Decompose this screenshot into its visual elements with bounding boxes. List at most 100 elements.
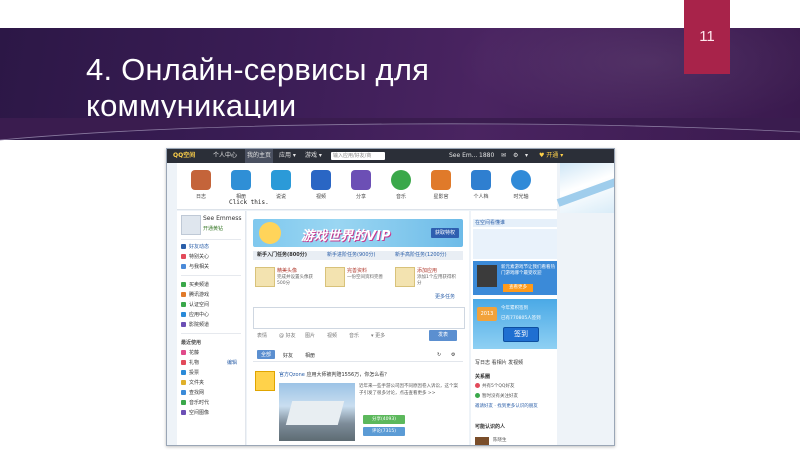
star-icon — [351, 170, 371, 190]
music-tool[interactable]: 音乐 — [349, 332, 359, 339]
vip-badge[interactable]: 开通黄钻 — [203, 225, 223, 232]
known-heading: 可能认识的人 — [475, 424, 506, 430]
avatar[interactable] — [181, 215, 201, 235]
at-icon — [181, 264, 186, 269]
tab-friends[interactable]: 好友 — [283, 352, 293, 359]
app-timeline[interactable]: 时光轴 — [503, 170, 539, 200]
app-star[interactable]: 星影官 — [423, 170, 459, 200]
app-label: 分享 — [355, 194, 366, 200]
sidebar-item-verified[interactable]: 认证空间 — [181, 301, 209, 308]
heart-icon — [475, 383, 480, 388]
app-diary[interactable]: 日志 — [183, 170, 219, 200]
invite-link[interactable]: 邀请好友 · 找到更多认识的朋友 — [475, 403, 538, 409]
post-avatar[interactable] — [255, 371, 275, 391]
gift-icon — [181, 360, 186, 365]
status-composer[interactable] — [253, 307, 465, 329]
refresh-icon[interactable]: ↻ — [437, 352, 441, 358]
tab-task-beginner[interactable]: 新手入门任务(800分) — [257, 251, 307, 260]
qzone-logo[interactable]: QQ空间 — [173, 149, 195, 163]
sidebar-item-recent[interactable]: 花藤 — [181, 349, 199, 356]
sidebar-item-recent[interactable]: 空间图像 — [181, 409, 209, 416]
quick-tools[interactable]: 写日志 看相片 发视频 — [475, 359, 523, 366]
sidebar-item-games[interactable]: 腾讯游戏 — [181, 291, 209, 298]
mail-icon[interactable]: ✉ — [501, 149, 506, 163]
video-tool[interactable]: 视频 — [327, 332, 337, 339]
vip-button[interactable]: 获取特权 — [431, 228, 459, 238]
sidebar-item-label: 好友动态 — [189, 244, 210, 250]
post-author[interactable]: 官方Qzone — [279, 372, 305, 378]
gear-icon[interactable]: ⚙ — [513, 149, 518, 163]
emoji-tool[interactable]: 表情 — [257, 332, 267, 339]
tab-task-intermediate[interactable]: 新手进阶任务(900分) — [327, 251, 375, 260]
manage-link[interactable]: 编辑 — [227, 359, 237, 366]
mention-tool[interactable]: @ 好友 — [279, 332, 296, 339]
post-image[interactable] — [279, 383, 355, 441]
chevron-down-icon[interactable]: ▾ — [525, 149, 528, 163]
vote-icon — [181, 370, 186, 375]
more-tool[interactable]: ▾ 更多 — [371, 332, 385, 339]
decor-stripe — [556, 175, 614, 207]
sidebar-item-shop[interactable]: 买卖频道 — [181, 281, 209, 288]
promo-photo — [477, 265, 497, 287]
tab-albums[interactable]: 相册 — [305, 352, 315, 359]
share-button[interactable]: 分享(4093) — [363, 415, 405, 424]
app-share[interactable]: 分享 — [343, 170, 379, 200]
app-music[interactable]: 音乐 — [383, 170, 419, 200]
view-more-button[interactable]: 查看更多 — [503, 284, 533, 292]
vip-banner[interactable]: 游戏世界的VIP 获取特权 — [253, 219, 463, 247]
user-name[interactable]: See Emmess — [203, 215, 242, 222]
sidebar-item-label: 腾讯游戏 — [189, 292, 210, 298]
known-person[interactable]: 陈晓生 — [493, 437, 507, 443]
sidebar-item-mentions[interactable]: 与我相关 — [181, 263, 209, 270]
sidebar-item-feed[interactable]: 好友动态 — [181, 243, 209, 250]
publish-button[interactable]: 发表 — [429, 330, 457, 341]
sidebar-item-recent[interactable]: 查找网 — [181, 389, 204, 396]
task-title: 完善资料 — [347, 268, 368, 274]
image-tool[interactable]: 图片 — [305, 332, 315, 339]
gear-icon[interactable]: ⚙ — [451, 352, 455, 358]
sidebar-item-apps[interactable]: 应用中心 — [181, 311, 209, 318]
promo-heading: 在空间看懂谁 — [473, 219, 557, 227]
friends-line[interactable]: 共有5个QQ好友 — [475, 383, 514, 389]
topbar-item[interactable]: 个人中心 — [213, 149, 237, 163]
task-card[interactable]: 添加应用 添加1个应用获得积分 — [393, 265, 459, 295]
avatar[interactable] — [475, 437, 489, 445]
heart-icon — [181, 254, 186, 259]
promo-text: 新元素游戏节让我们看看热门游戏哪个最受欢迎 — [501, 265, 555, 276]
clock-icon — [511, 170, 531, 190]
page-number: 11 — [684, 0, 730, 74]
task-icon — [325, 267, 345, 287]
sidebar-item-label: 应用中心 — [189, 312, 210, 318]
building-shape — [285, 401, 345, 425]
topbar-item[interactable]: 游戏 ▾ — [305, 149, 322, 163]
sidebar-item-recent[interactable]: 音乐时代 — [181, 399, 209, 406]
game-promo[interactable]: 新元素游戏节让我们看看热门游戏哪个最受欢迎 查看更多 — [473, 261, 557, 295]
sidebar-item-recent[interactable]: 投票 — [181, 369, 199, 376]
search-input[interactable]: 输入应用/好友/商 — [331, 152, 385, 160]
comment-button[interactable]: 评论(7315) — [363, 427, 405, 436]
sidebar-item-label: 买卖频道 — [189, 282, 210, 288]
tab-all[interactable]: 全部 — [257, 350, 276, 359]
more-tasks-link[interactable]: 更多任务 — [435, 293, 455, 300]
sidebar-item-cinema[interactable]: 影院频道 — [181, 321, 209, 328]
sidebar-item-recent[interactable]: 文件夹 — [181, 379, 204, 386]
topbar-count[interactable]: 1880 — [479, 149, 494, 163]
topbar-user[interactable]: See Em... — [449, 149, 477, 163]
app-photos[interactable]: 相册 — [223, 170, 259, 200]
friends-heading: 关系圈 — [475, 374, 491, 380]
checkin-button[interactable]: 签到 — [503, 327, 539, 342]
task-title: 添加应用 — [417, 268, 438, 274]
friends-line[interactable]: 暂时没有关注好友 — [475, 393, 518, 399]
tab-task-advanced[interactable]: 新手高阶任务(1200分) — [395, 251, 447, 260]
app-video[interactable]: 视频 — [303, 170, 339, 200]
task-card[interactable]: 完善资料 一份空间资料完善 — [323, 265, 389, 295]
app-status[interactable]: 说说 — [263, 170, 299, 200]
promo-banner[interactable] — [473, 229, 557, 259]
topbar-item[interactable]: 应用 ▾ — [279, 149, 296, 163]
task-card[interactable]: 精美头像 完成并设置头像获500分 — [253, 265, 319, 295]
topbar-item[interactable]: 我的主页 — [245, 149, 274, 163]
sidebar-item-recent[interactable]: 礼物 — [181, 359, 199, 366]
sidebar-item-special[interactable]: 特别关心 — [181, 253, 209, 260]
app-profile[interactable]: 个人档 — [463, 170, 499, 200]
vip-open-link[interactable]: ♥ 开通 ▾ — [539, 149, 563, 163]
